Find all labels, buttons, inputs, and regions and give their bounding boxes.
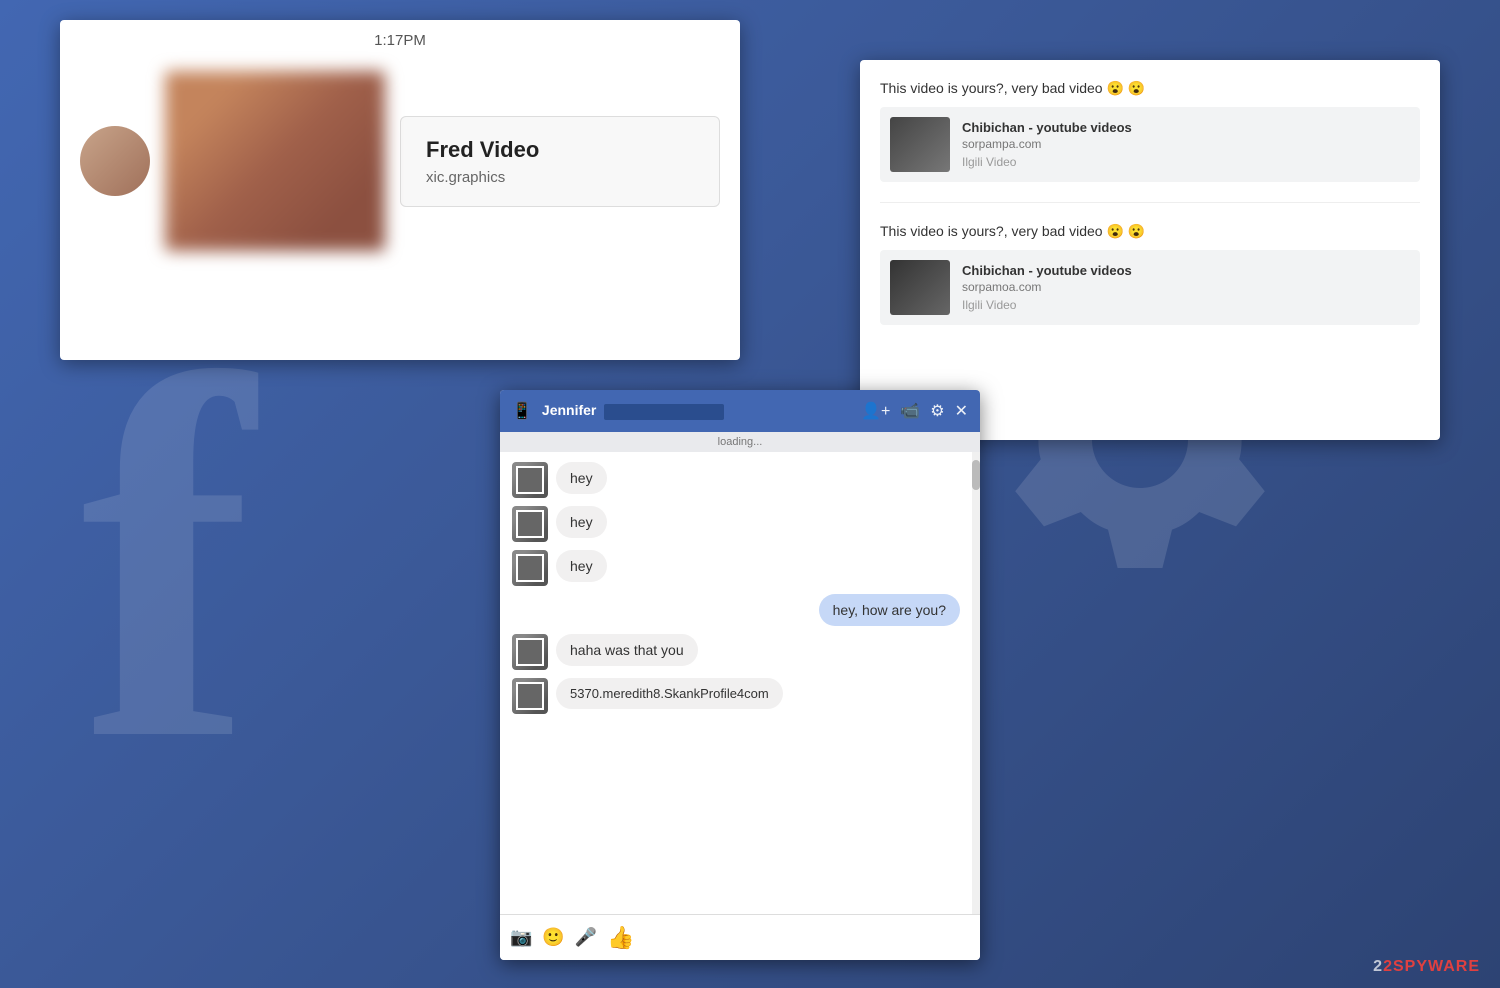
sender-avatar-5 <box>512 634 548 670</box>
video-label-1: Ilgili Video <box>962 155 1132 169</box>
watermark-number: 2 <box>1373 958 1383 975</box>
screenshot-fred-video: 1:17PM Fred Video xic.graphics <box>60 20 740 360</box>
channel-name-2: Chibichan - youtube videos <box>962 263 1132 278</box>
avatar-frame-5 <box>516 638 544 666</box>
sender-avatar-3 <box>512 550 548 586</box>
video-url: xic.graphics <box>426 169 694 186</box>
user-avatar <box>80 126 150 196</box>
settings-icon[interactable]: ⚙ <box>930 401 944 421</box>
add-person-icon[interactable]: 👤+ <box>861 401 890 421</box>
blurred-video-preview <box>165 71 385 251</box>
chat-message-1: hey <box>512 462 960 498</box>
spyware-watermark: 22SPYWARE <box>1373 958 1480 976</box>
messenger-contact-name: Jennifer <box>542 402 853 419</box>
video-link-info-1: Chibichan - youtube videos sorpampa.com … <box>962 120 1132 169</box>
video-content: Fred Video xic.graphics <box>60 61 740 261</box>
fb-logo-watermark: f <box>80 300 253 820</box>
channel-name-1: Chibichan - youtube videos <box>962 120 1132 135</box>
messenger-header: 📱 Jennifer 👤+ 📹 ⚙ ✕ <box>500 390 980 432</box>
avatar-frame-3 <box>516 554 544 582</box>
video-thumb-1 <box>890 117 950 172</box>
warning-block-1: This video is yours?, very bad video 😮 😮… <box>880 80 1420 203</box>
avatar-frame-1 <box>516 466 544 494</box>
channel-url-2: sorpamoa.com <box>962 280 1132 294</box>
chat-scroll-area[interactable]: hey hey hey <box>500 452 980 914</box>
channel-url-1: sorpampa.com <box>962 137 1132 151</box>
video-link-card-1: Chibichan - youtube videos sorpampa.com … <box>880 107 1420 182</box>
chat-bubble-2: hey <box>556 506 607 538</box>
chat-message-4: hey, how are you? <box>512 594 960 626</box>
chat-message-2: hey <box>512 506 960 542</box>
sender-avatar-2 <box>512 506 548 542</box>
messenger-subheader: loading... <box>500 432 980 452</box>
video-time: 1:17PM <box>60 20 740 61</box>
avatar-frame-2 <box>516 510 544 538</box>
watermark-brand: 2SPYWARE <box>1383 958 1480 975</box>
chat-message-3: hey <box>512 550 960 586</box>
close-icon[interactable]: ✕ <box>955 401 968 421</box>
video-thumb-2 <box>890 260 950 315</box>
messenger-input-area: 📷 🙂 🎤 👍 <box>500 914 980 960</box>
emoji-icon[interactable]: 🙂 <box>542 927 564 948</box>
chat-bubble-1: hey <box>556 462 607 494</box>
chat-bubble-4: hey, how are you? <box>819 594 960 626</box>
warning-text-1: This video is yours?, very bad video 😮 😮 <box>880 80 1420 97</box>
video-info-box: Fred Video xic.graphics <box>400 116 720 207</box>
chat-message-6: 5370.meredith8.SkankProfile4com <box>512 678 960 714</box>
subheader-text: loading... <box>718 436 763 448</box>
messenger-chat-window: 📱 Jennifer 👤+ 📹 ⚙ ✕ loading... <box>500 390 980 960</box>
chat-message-5: haha was that you <box>512 634 960 670</box>
warning-block-2: This video is yours?, very bad video 😮 😮… <box>880 223 1420 345</box>
video-link-info-2: Chibichan - youtube videos sorpamoa.com … <box>962 263 1132 312</box>
chat-bubble-6: 5370.meredith8.SkankProfile4com <box>556 678 783 709</box>
sender-avatar-6 <box>512 678 548 714</box>
chat-bubble-5: haha was that you <box>556 634 698 666</box>
name-bar <box>604 404 724 420</box>
mic-icon[interactable]: 🎤 <box>575 927 597 948</box>
video-call-icon[interactable]: 📹 <box>900 401 920 421</box>
warning-text-2: This video is yours?, very bad video 😮 😮 <box>880 223 1420 240</box>
avatar-frame-6 <box>516 682 544 710</box>
video-label-2: Ilgili Video <box>962 298 1132 312</box>
messenger-header-icons: 👤+ 📹 ⚙ ✕ <box>861 401 968 421</box>
like-icon[interactable]: 👍 <box>607 925 634 951</box>
chat-bubble-3: hey <box>556 550 607 582</box>
phone-icon: 📱 <box>512 401 532 421</box>
screenshot-video-warning: This video is yours?, very bad video 😮 😮… <box>860 60 1440 440</box>
sender-avatar-1 <box>512 462 548 498</box>
video-link-card-2: Chibichan - youtube videos sorpamoa.com … <box>880 250 1420 325</box>
video-title: Fred Video <box>426 137 694 163</box>
camera-icon[interactable]: 📷 <box>510 927 532 948</box>
